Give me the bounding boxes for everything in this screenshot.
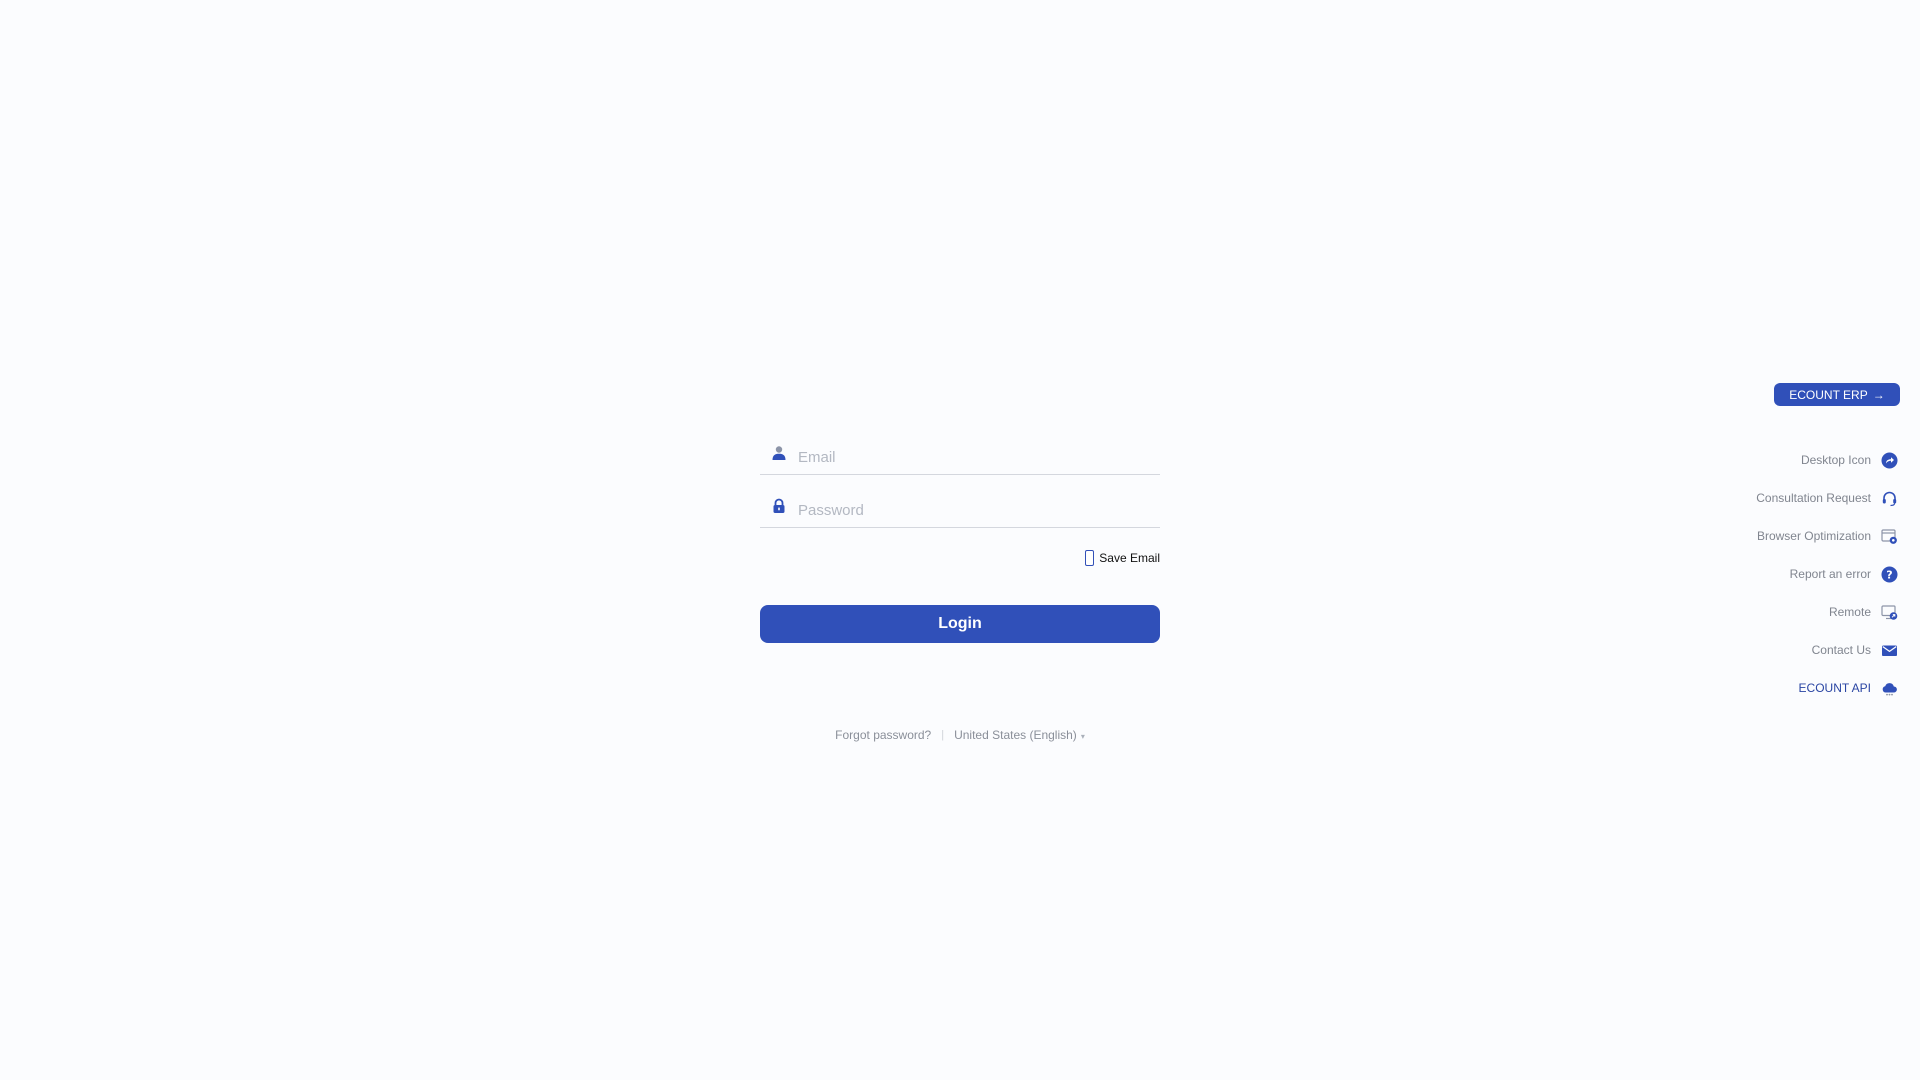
side-item-remote[interactable]: Remote [1598,593,1898,631]
ecount-erp-label: ECOUNT ERP [1789,387,1868,402]
side-menu: Desktop Icon Consultation Request Browse… [1598,441,1898,707]
question-icon: ? [1880,565,1898,583]
cloud-icon [1880,679,1898,697]
save-email-row: Save Email [760,538,1160,578]
login-button[interactable]: Login [760,605,1160,643]
user-icon [760,434,798,472]
ecount-erp-button[interactable]: ECOUNT ERP → [1774,383,1900,406]
save-email-checkbox[interactable] [1085,550,1095,566]
side-item-label: ECOUNT API [1798,681,1871,695]
svg-text:?: ? [1886,568,1892,581]
side-item-browser-optimization[interactable]: Browser Optimization [1598,517,1898,555]
side-item-label: Consultation Request [1756,491,1871,505]
mail-icon [1880,641,1898,659]
side-item-consultation-request[interactable]: Consultation Request [1598,479,1898,517]
language-label: United States (English) [954,728,1077,742]
password-field-row [760,481,1160,531]
email-input[interactable] [798,428,1160,478]
side-item-desktop-icon[interactable]: Desktop Icon [1598,441,1898,479]
save-email-label[interactable]: Save Email [1099,551,1160,565]
login-page: Save Email Login Forgot password? | Unit… [0,0,1920,1080]
side-item-label: Contact Us [1811,643,1871,657]
login-form: Save Email Login [760,428,1160,643]
forgot-password-link[interactable]: Forgot password? [835,728,931,742]
share-arrow-icon [1880,451,1898,469]
side-item-label: Report an error [1789,567,1871,581]
headset-icon [1880,489,1898,507]
browser-gear-icon [1880,527,1898,545]
side-item-label: Desktop Icon [1800,453,1871,467]
remote-monitor-icon [1880,603,1898,621]
email-field-row [760,428,1160,478]
password-input[interactable] [798,481,1160,531]
side-item-label: Browser Optimization [1756,529,1871,543]
side-item-report-an-error[interactable]: Report an error ? [1598,555,1898,593]
arrow-right-icon: → [1872,387,1885,402]
footer-links: Forgot password? | United States (Englis… [760,728,1160,742]
chevron-down-icon: ▾ [1080,732,1085,741]
side-item-ecount-api[interactable]: ECOUNT API [1598,669,1898,707]
language-selector[interactable]: United States (English) ▾ [954,728,1085,742]
lock-icon [760,487,798,525]
side-item-contact-us[interactable]: Contact Us [1598,631,1898,669]
side-item-label: Remote [1828,605,1871,619]
footer-separator: | [941,729,945,741]
